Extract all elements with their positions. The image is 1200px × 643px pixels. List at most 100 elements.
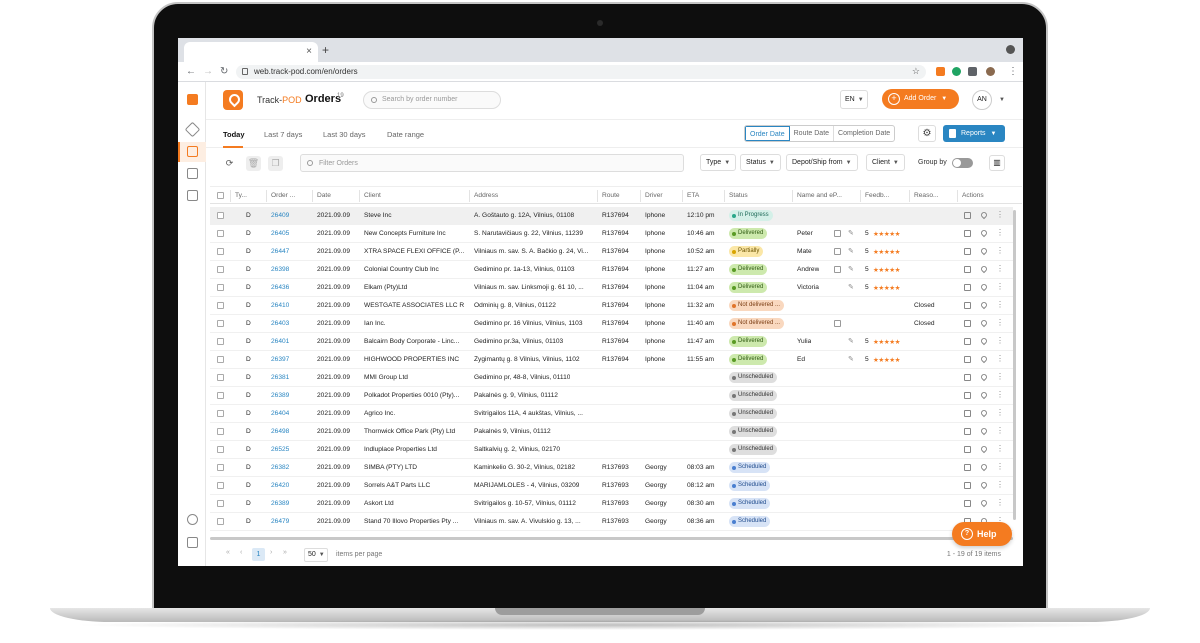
location-pin-icon[interactable] [979,462,989,472]
location-pin-icon[interactable] [979,480,989,490]
row-checkbox[interactable] [217,518,224,525]
trackpod-logo-icon[interactable] [223,90,243,110]
map-icon[interactable] [187,168,198,179]
orders-icon[interactable] [187,146,198,157]
location-pin-icon[interactable] [979,372,989,382]
details-icon[interactable] [964,320,971,327]
details-icon[interactable] [964,500,971,507]
details-icon[interactable] [964,446,971,453]
table-row[interactable]: D 26389 2021.09.09 Askort Ltd Švitrigailos g… [210,495,1013,513]
more-options-icon[interactable]: ⋮ [996,462,1004,471]
puzzle-icon[interactable] [968,67,977,76]
table-row[interactable]: D 26420 2021.09.09 Sorrels A&T Parts LLC MAR… [210,477,1013,495]
more-options-icon[interactable]: ⋮ [996,228,1004,237]
table-row[interactable]: D 26405 2021.09.09 New Concepts Furniture I… [210,225,1013,243]
order-number-link[interactable]: 26409 [271,212,289,219]
reports-button[interactable]: Reports ▼ [943,125,1005,142]
details-icon[interactable] [964,392,971,399]
filter-orders-input[interactable]: Filter Orders [300,154,684,172]
details-icon[interactable] [964,482,971,489]
table-row[interactable]: D 26447 2021.09.09 XTRA SPACE FLEXI OFFICE … [210,243,1013,261]
column-header[interactable]: ETA [687,192,699,199]
location-pin-icon[interactable] [979,390,989,400]
table-row[interactable]: D 26382 2021.09.09 SIMBA (PTY) LTD Kaminkeli… [210,459,1013,477]
extension-icon[interactable] [952,67,961,76]
browser-tab[interactable]: × [184,42,318,62]
column-header[interactable]: Ty... [235,192,247,199]
order-number-link[interactable]: 26420 [271,482,289,489]
details-icon[interactable] [964,248,971,255]
completion-date-option[interactable]: Completion Date [834,126,894,141]
first-page-icon[interactable]: « [226,549,230,556]
row-checkbox[interactable] [217,356,224,363]
table-row[interactable]: D 26389 2021.09.09 Polkadot Properties 0010… [210,387,1013,405]
row-checkbox[interactable] [217,302,224,309]
vertical-scrollbar[interactable] [1013,210,1016,520]
order-number-link[interactable]: 26398 [271,266,289,273]
more-options-icon[interactable]: ⋮ [996,444,1004,453]
select-all-checkbox[interactable] [217,192,224,199]
delete-icon[interactable]: 🗑 [246,156,261,171]
details-icon[interactable] [964,212,971,219]
url-field[interactable]: web.track-pod.com/en/orders ☆ [236,65,926,79]
account-chevron-icon[interactable]: ▼ [999,97,1005,103]
more-options-icon[interactable]: ⋮ [996,354,1004,363]
row-checkbox[interactable] [217,410,224,417]
more-options-icon[interactable]: ⋮ [996,426,1004,435]
order-number-link[interactable]: 26381 [271,374,289,381]
horizontal-scrollbar[interactable] [210,537,1013,540]
order-number-link[interactable]: 26389 [271,500,289,507]
more-options-icon[interactable]: ⋮ [996,408,1004,417]
more-options-icon[interactable]: ⋮ [996,372,1004,381]
column-header[interactable]: Address [474,192,498,199]
signature-icon[interactable]: ✎ [848,265,854,273]
photo-icon[interactable] [834,230,841,237]
photo-icon[interactable] [834,266,841,273]
details-icon[interactable] [964,230,971,237]
column-header[interactable]: Reaso... [914,192,939,199]
extension-icon[interactable] [936,67,945,76]
order-number-link[interactable]: 26389 [271,392,289,399]
table-row[interactable]: D 26498 2021.09.09 Thornwick Office Park (P… [210,423,1013,441]
details-icon[interactable] [964,266,971,273]
order-number-link[interactable]: 26410 [271,302,289,309]
next-page-icon[interactable]: › [270,549,272,556]
more-options-icon[interactable]: ⋮ [996,264,1004,273]
details-icon[interactable] [964,428,971,435]
details-icon[interactable] [964,464,971,471]
column-header[interactable]: Name and eP... [797,192,842,199]
order-number-link[interactable]: 26436 [271,284,289,291]
signature-icon[interactable]: ✎ [848,283,854,291]
column-header[interactable]: Feedb... [865,192,889,199]
details-icon[interactable] [964,410,971,417]
location-pin-icon[interactable] [979,318,989,328]
row-checkbox[interactable] [217,428,224,435]
table-row[interactable]: D 26403 2021.09.09 Ian Inc. Gedimino pr. 16 … [210,315,1013,333]
location-pin-icon[interactable] [979,408,989,418]
routes-icon[interactable] [184,121,201,138]
location-pin-icon[interactable] [979,210,989,220]
table-row[interactable]: D 26525 2021.09.09 Indluplace Properties Lt… [210,441,1013,459]
details-icon[interactable] [964,284,971,291]
settings-icon[interactable] [187,514,198,525]
location-pin-icon[interactable] [979,282,989,292]
order-number-link[interactable]: 26498 [271,428,289,435]
table-row[interactable]: D 26401 2021.09.09 Balcairn Body Corporate … [210,333,1013,351]
details-icon[interactable] [964,302,971,309]
new-tab-icon[interactable]: + [322,43,329,57]
row-checkbox[interactable] [217,248,224,255]
refresh-icon[interactable]: ⟳ [222,156,237,171]
location-pin-icon[interactable] [979,300,989,310]
order-number-link[interactable]: 26403 [271,320,289,327]
order-date-option[interactable]: Order Date [745,126,790,141]
tab-last-30-days[interactable]: Last 30 days [323,130,366,139]
order-number-link[interactable]: 26404 [271,410,289,417]
more-options-icon[interactable]: ⋮ [996,300,1004,309]
photo-icon[interactable] [834,320,841,327]
location-pin-icon[interactable] [979,246,989,256]
table-row[interactable]: D 26398 2021.09.09 Colonial Country Club In… [210,261,1013,279]
table-row[interactable]: D 26409 2021.09.09 Steve Inc A. Goštauto g. … [210,207,1013,225]
avatar[interactable]: AN [972,90,992,110]
language-select[interactable]: EN ▼ [840,90,868,109]
table-row[interactable]: D 26397 2021.09.09 HIGHWOOD PROPERTIES INC Ž… [210,351,1013,369]
